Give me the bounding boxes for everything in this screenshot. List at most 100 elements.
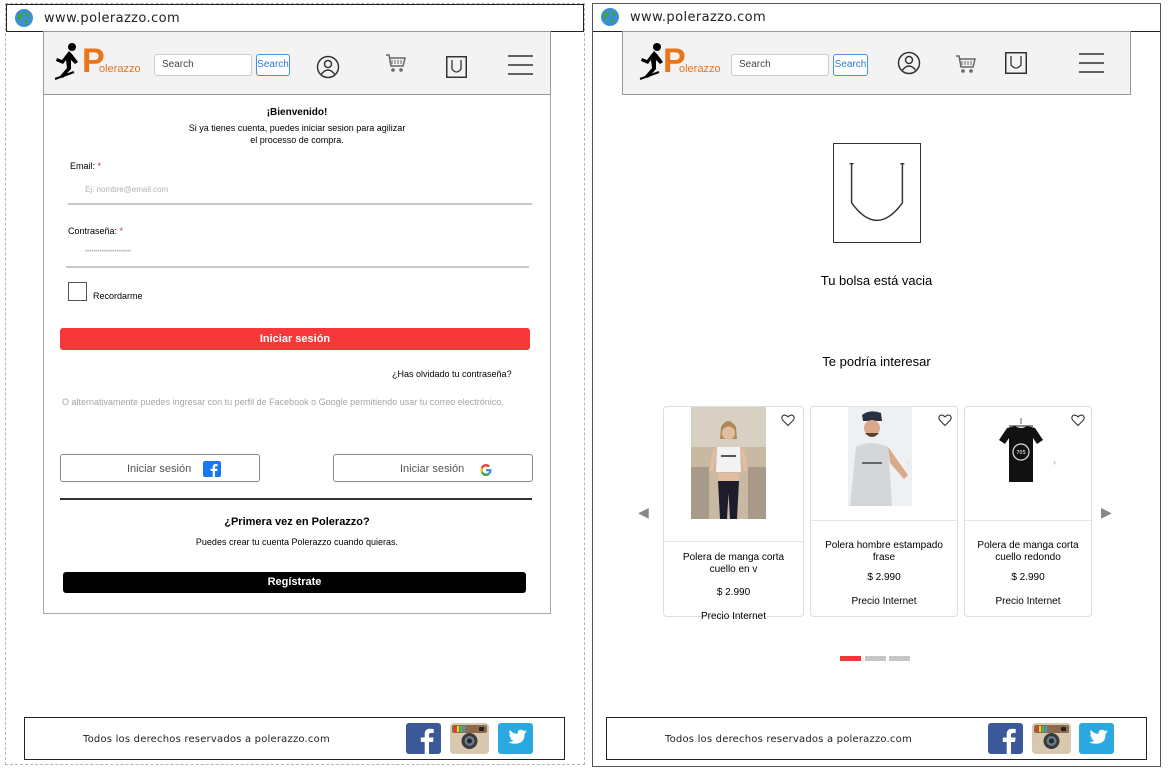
remember-checkbox[interactable] [68, 282, 87, 301]
address-bar[interactable]: www.polerazzo.com [6, 4, 584, 32]
register-button[interactable]: Regístrate [63, 572, 526, 593]
email-field[interactable]: Ej: nombre@email.com [85, 185, 525, 194]
facebook-login-button[interactable]: Iniciar sesión [60, 454, 260, 482]
search-button[interactable]: Search [833, 54, 868, 76]
product-price-note: Precio Internet [995, 596, 1061, 607]
logo-name: olerazzo [99, 63, 141, 75]
email-label-text: Email: [70, 161, 96, 171]
required-mark: * [119, 226, 124, 236]
heart-icon[interactable] [938, 413, 952, 427]
search-button[interactable]: Search [256, 54, 290, 76]
carousel-prev-arrow[interactable]: ◀ [638, 504, 649, 521]
carousel-dot-active[interactable] [840, 656, 861, 661]
product-card[interactable]: 705 › Polera de manga corta cuello redon… [964, 406, 1092, 617]
skater-logo-icon [639, 43, 663, 80]
welcome-subtext: Si ya tienes cuenta, puedes iniciar sesi… [44, 122, 550, 146]
product-card[interactable]: › Polera hombre estampado frase $ 2.990 … [810, 406, 958, 617]
empty-bag-message: Tu bolsa está vacia [820, 273, 933, 288]
facebook-icon [203, 461, 221, 477]
first-time-heading: ¿Primera vez en Polerazzo? [224, 516, 370, 528]
cart-screen: www.polerazzo.com P olerazzo Search Sear… [592, 3, 1161, 767]
required-mark: * [97, 161, 102, 171]
password-label: Contraseña: * [68, 226, 123, 236]
subtext-line-1: Si ya tienes cuenta, puedes iniciar sesi… [188, 123, 406, 133]
site-header: P olerazzo Search Search [622, 31, 1131, 95]
cart-icon[interactable] [385, 52, 407, 74]
twitter-icon[interactable] [498, 723, 533, 754]
carousel-dot[interactable] [889, 656, 910, 661]
instagram-icon[interactable] [450, 723, 489, 754]
skater-logo-icon [54, 43, 78, 80]
product-title: Polera hombre estampado frase [825, 540, 943, 563]
url-text: www.polerazzo.com [44, 11, 181, 26]
email-underline [68, 203, 532, 205]
product-price: $ 2.990 [716, 587, 751, 598]
logo-name: olerazzo [679, 63, 721, 75]
login-button[interactable]: Iniciar sesión [60, 328, 530, 350]
suggestions-title: Te podría interesar [822, 354, 931, 369]
alternative-login-text: O alternativamente puedes ingresar con t… [62, 397, 504, 407]
product-card[interactable]: Polera de manga corta cuello en v $ 2.99… [663, 406, 804, 622]
copyright-text: Todos los derechos reservados a polerazz… [665, 734, 912, 745]
subtext-line-2: el processo de compra. [250, 135, 344, 145]
instagram-icon[interactable] [1031, 723, 1072, 754]
remember-label: Recordarme [93, 291, 143, 301]
product-image [848, 407, 912, 506]
welcome-heading: ¡Bienvenido! [266, 107, 328, 118]
bag-icon[interactable] [446, 56, 467, 78]
menu-icon[interactable] [1079, 52, 1104, 74]
image-next-arrow[interactable]: › [1053, 457, 1056, 467]
user-icon[interactable] [316, 55, 340, 79]
image-next-arrow[interactable]: › [907, 457, 910, 467]
bag-icon[interactable] [1005, 52, 1027, 74]
carousel-next-arrow[interactable]: ▶ [1101, 504, 1112, 521]
product-title: Polera de manga corta cuello en v [682, 552, 785, 575]
facebook-icon[interactable] [988, 723, 1023, 754]
product-title: Polera de manga corta cuello redondo [977, 540, 1079, 563]
svg-text:705: 705 [1016, 450, 1026, 456]
product-price-note: Precio Internet [700, 611, 767, 622]
heart-icon[interactable] [781, 413, 795, 427]
password-underline [66, 266, 529, 268]
copyright-text: Todos los derechos reservados a polerazz… [83, 734, 330, 745]
product-price: $ 2.990 [1011, 572, 1045, 583]
product-image [691, 407, 766, 519]
product-price-note: Precio Internet [851, 596, 917, 607]
site-footer: Todos los derechos reservados a polerazz… [606, 717, 1147, 760]
logo[interactable]: P olerazzo [54, 40, 144, 80]
card-divider [965, 520, 1091, 521]
cart-icon[interactable] [955, 53, 977, 75]
address-bar[interactable]: www.polerazzo.com [593, 4, 1160, 32]
site-footer: Todos los derechos reservados a polerazz… [24, 717, 565, 760]
site-header: P olerazzo Search Search [43, 31, 551, 95]
heart-icon[interactable] [1071, 413, 1085, 427]
google-login-label: Iniciar sesión [400, 463, 465, 475]
email-label: Email: * [70, 161, 101, 171]
card-divider [811, 520, 957, 521]
google-icon [480, 464, 492, 476]
empty-bag-icon [833, 143, 921, 243]
search-input[interactable]: Search [154, 54, 252, 76]
create-account-text: Puedes crear tu cuenta Polerazzo cuando … [195, 537, 399, 547]
product-price: $ 2.990 [867, 572, 901, 583]
facebook-login-label: Iniciar sesión [127, 463, 192, 475]
carousel-dot[interactable] [865, 656, 886, 661]
user-icon[interactable] [897, 51, 921, 75]
forgot-password-link[interactable]: ¿Has olvidado tu contraseña? [392, 369, 512, 379]
divider [60, 498, 532, 500]
facebook-icon[interactable] [406, 723, 441, 754]
password-label-text: Contraseña: [68, 226, 118, 236]
twitter-icon[interactable] [1079, 723, 1114, 754]
login-form: ¡Bienvenido! Si ya tienes cuenta, puedes… [43, 95, 551, 614]
password-field[interactable]: •••••••••••••••••••••• [85, 249, 525, 255]
url-text: www.polerazzo.com [630, 10, 767, 25]
globe-icon [601, 8, 619, 26]
logo[interactable]: P olerazzo [639, 40, 729, 80]
card-divider [664, 541, 803, 542]
menu-icon[interactable] [508, 54, 533, 76]
globe-icon [15, 9, 33, 27]
search-input[interactable]: Search [731, 54, 829, 76]
google-login-button[interactable]: Iniciar sesión [333, 454, 533, 482]
login-screen: www.polerazzo.com P olerazzo Search Sear… [5, 3, 585, 765]
product-image: 705 [999, 418, 1043, 482]
